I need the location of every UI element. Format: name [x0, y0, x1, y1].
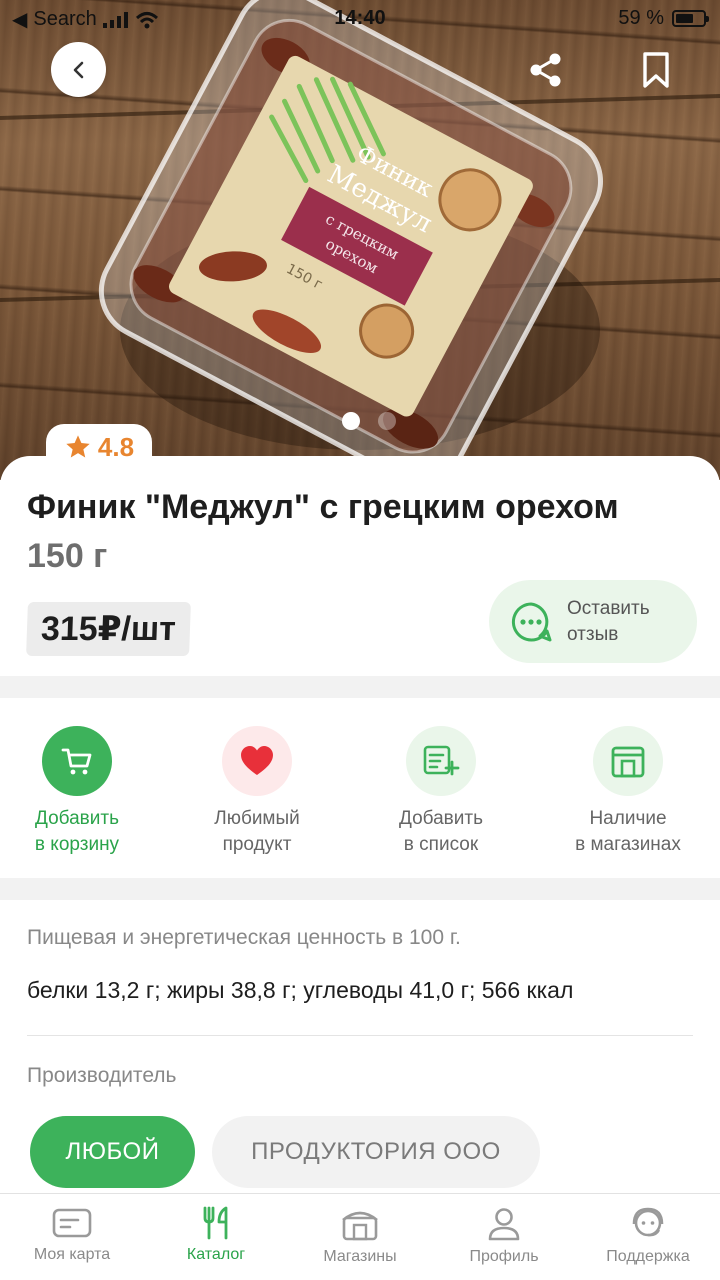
share-button[interactable] — [524, 48, 568, 92]
catalog-icon — [203, 1206, 228, 1240]
favorite-label-1: Любимый — [214, 808, 300, 829]
manufacturer-chip-any[interactable]: ЛЮБОЙ — [30, 1116, 195, 1188]
store-availability-label-1: Наличие — [589, 808, 667, 829]
rating-badge: 4.8 — [46, 424, 152, 470]
favorite-product-button[interactable]: Любимый продукт — [167, 726, 347, 858]
store-icon — [611, 746, 645, 778]
tab-my-card[interactable]: Моя карта — [0, 1206, 144, 1264]
add-to-list-label-2: в список — [403, 834, 479, 855]
chevron-left-icon — [73, 61, 83, 78]
shop-icon — [342, 1211, 378, 1241]
share-icon — [530, 53, 561, 87]
manufacturer-chip-produktoriya[interactable]: ПРОДУКТОРИЯ ООО — [212, 1116, 540, 1188]
tab-shops-label: Магазины — [323, 1248, 397, 1265]
gallery-dot-active[interactable] — [342, 412, 360, 430]
manufacturer-title: Производитель — [27, 1064, 177, 1087]
star-icon — [66, 435, 90, 458]
card-icon — [52, 1208, 92, 1238]
price-value: 315₽/шт — [40, 610, 177, 648]
battery-icon — [672, 10, 709, 27]
favorite-label-2: продукт — [222, 834, 292, 855]
product-price: 315₽/шт — [26, 602, 191, 656]
back-button[interactable] — [51, 42, 106, 97]
product-photo: с грецким орехом Финик Меджул 150 г — [0, 0, 720, 480]
add-to-cart-label-2: в корзину — [34, 834, 120, 855]
profile-icon — [488, 1208, 520, 1241]
section-divider — [0, 676, 720, 698]
section-divider — [0, 878, 720, 900]
tab-my-card-label: Моя карта — [33, 1246, 111, 1263]
manufacturer-chip-any-label: ЛЮБОЙ — [65, 1138, 160, 1165]
heart-icon — [241, 746, 273, 775]
product-actions: Добавить в корзину Любимый продукт Добав… — [0, 698, 720, 878]
add-to-list-label-1: Добавить — [399, 808, 483, 829]
add-to-list-button[interactable]: Добавить в список — [351, 726, 531, 858]
battery-percent: 59 % — [618, 7, 664, 29]
product-image-gallery[interactable]: с грецким орехом Финик Меджул 150 г ◀ Se… — [0, 0, 720, 480]
bookmark-button[interactable] — [634, 48, 678, 92]
leave-review-button[interactable]: Оставить отзыв — [489, 580, 697, 663]
tab-profile-label: Профиль — [469, 1248, 539, 1265]
tab-profile[interactable]: Профиль — [432, 1206, 576, 1266]
manufacturer-chip-produktoriya-label: ПРОДУКТОРИЯ ООО — [251, 1138, 501, 1165]
rating-value: 4.8 — [97, 431, 135, 462]
product-title: Финик "Меджул" с грецким орехом — [27, 488, 619, 526]
product-weight: 150 г — [27, 537, 108, 575]
nutrition-value: белки 13,2 г; жиры 38,8 г; углеводы 41,0… — [27, 977, 574, 1003]
add-to-cart-button[interactable]: Добавить в корзину — [0, 726, 167, 858]
tab-shops[interactable]: Магазины — [288, 1206, 432, 1266]
tab-support-label: Поддержка — [606, 1248, 690, 1265]
add-to-cart-label-1: Добавить — [35, 808, 119, 829]
nutrition-title: Пищевая и энергетическая ценность в 100 … — [27, 926, 461, 949]
status-time: 14:40 — [334, 7, 386, 29]
chat-icon — [511, 602, 552, 641]
tab-support[interactable]: Поддержка — [576, 1206, 720, 1266]
leave-review-label: Оставить отзыв — [567, 597, 650, 645]
gallery-dot[interactable] — [378, 412, 396, 430]
status-bar: ◀ Search 14:40 59 % — [0, 0, 720, 38]
cart-icon — [61, 748, 92, 775]
tab-catalog-label: Каталог — [186, 1246, 246, 1263]
tab-catalog[interactable]: Каталог — [144, 1206, 288, 1264]
support-icon — [632, 1207, 664, 1237]
divider — [27, 1035, 693, 1036]
bottom-tab-bar: Моя карта Каталог Магазины Профиль Подде… — [0, 1193, 720, 1280]
store-availability-label-2: в магазинах — [575, 834, 681, 855]
store-availability-button[interactable]: Наличие в магазинах — [538, 726, 718, 858]
bookmark-icon — [643, 52, 669, 88]
list-add-icon — [423, 745, 460, 776]
